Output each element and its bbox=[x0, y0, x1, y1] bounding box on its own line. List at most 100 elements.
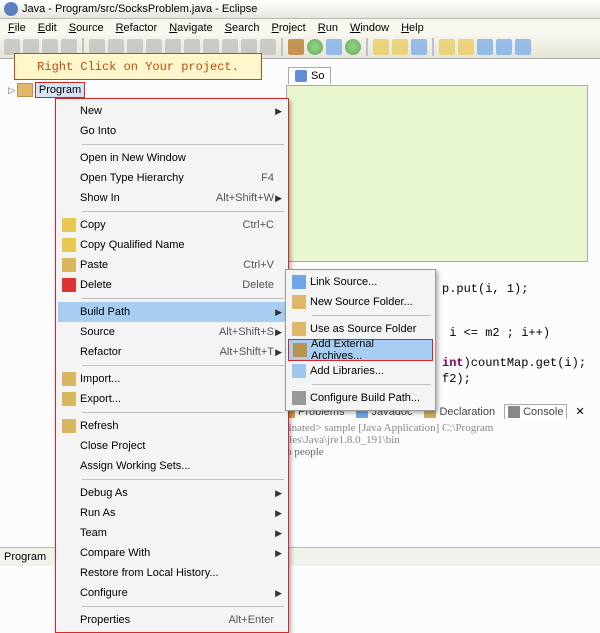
tool-icon[interactable] bbox=[458, 39, 474, 55]
build-path-submenu[interactable]: Link Source... New Source Folder... Use as… bbox=[285, 269, 436, 411]
menu-item-properties[interactable]: PropertiesAlt+Enter bbox=[58, 610, 286, 630]
menu-separator bbox=[82, 365, 284, 366]
menu-item-label: Delete bbox=[80, 279, 224, 291]
tool-icon[interactable] bbox=[373, 39, 389, 55]
menu-item-new-source-folder[interactable]: New Source Folder... bbox=[288, 292, 433, 312]
menu-item-refactor[interactable]: Refactor Alt+Shift+T▶ bbox=[58, 342, 286, 362]
menu-item-label: Show In bbox=[80, 192, 198, 204]
menu-separator bbox=[82, 211, 284, 212]
menu-item-export[interactable]: Export... bbox=[58, 389, 286, 409]
menu-item-open-in-new-window[interactable]: Open in New Window bbox=[58, 148, 286, 168]
close-tab-icon[interactable]: ✕ bbox=[575, 405, 584, 418]
menu-item-label: Properties bbox=[80, 614, 210, 626]
menu-item-add-libraries[interactable]: Add Libraries... bbox=[288, 361, 433, 381]
tool-icon[interactable] bbox=[392, 39, 408, 55]
menu-item-debug-as[interactable]: Debug As▶ bbox=[58, 483, 286, 503]
menu-item-refresh[interactable]: Refresh bbox=[58, 416, 286, 436]
menu-item-label: Open in New Window bbox=[80, 152, 274, 164]
menu-item-assign-working-sets[interactable]: Assign Working Sets... bbox=[58, 456, 286, 476]
menu-item-add-external-archives[interactable]: Add External Archives... bbox=[288, 339, 433, 361]
project-name-selected[interactable]: Program bbox=[35, 82, 85, 98]
menu-item-label: Restore from Local History... bbox=[80, 567, 274, 579]
submenu-arrow-icon: ▶ bbox=[275, 528, 282, 539]
menu-item-label: Link Source... bbox=[310, 276, 421, 288]
menu-item-import[interactable]: Import... bbox=[58, 369, 286, 389]
tool-icon[interactable] bbox=[477, 39, 493, 55]
menu-source[interactable]: Source bbox=[65, 21, 108, 35]
menu-item-delete[interactable]: DeleteDelete bbox=[58, 275, 286, 295]
tool-icon[interactable] bbox=[515, 39, 531, 55]
console-terminated-line: minated> sample [Java Application] C:\Pr… bbox=[280, 422, 493, 446]
menu-edit[interactable]: Edit bbox=[34, 21, 61, 35]
menu-item-label: Refresh bbox=[80, 420, 274, 432]
menu-item-restore-from-local-history[interactable]: Restore from Local History... bbox=[58, 563, 286, 583]
menu-accel: F4 bbox=[261, 172, 274, 184]
context-menu[interactable]: New▶Go IntoOpen in New WindowOpen Type H… bbox=[55, 98, 289, 633]
menu-separator bbox=[82, 412, 284, 413]
menu-item-open-type-hierarchy[interactable]: Open Type HierarchyF4 bbox=[58, 168, 286, 188]
submenu-arrow-icon: ▶ bbox=[275, 588, 282, 599]
menu-help[interactable]: Help bbox=[397, 21, 428, 35]
menu-accel: Alt+Shift+T bbox=[220, 346, 274, 358]
code-line: f2); bbox=[442, 372, 600, 386]
submenu-arrow-icon: ▶ bbox=[275, 548, 282, 559]
menu-item-source[interactable]: SourceAlt+Shift+S▶ bbox=[58, 322, 286, 342]
menu-item-new[interactable]: New▶ bbox=[58, 101, 286, 121]
menu-item-label: New Source Folder... bbox=[310, 296, 421, 308]
menu-window[interactable]: Window bbox=[346, 21, 393, 35]
menu-item-copy-qualified-name[interactable]: Copy Qualified Name bbox=[58, 235, 286, 255]
menu-item-use-as-source-folder[interactable]: Use as Source Folder bbox=[288, 319, 433, 339]
tool-icon[interactable] bbox=[496, 39, 512, 55]
debug-icon[interactable] bbox=[288, 39, 304, 55]
menu-item-run-as[interactable]: Run As▶ bbox=[58, 503, 286, 523]
menu-item-team[interactable]: Team▶ bbox=[58, 523, 286, 543]
menu-item-label: Configure Build Path... bbox=[310, 392, 421, 404]
tool-icon[interactable] bbox=[260, 39, 276, 55]
editor-highlighted-area[interactable] bbox=[286, 85, 588, 262]
menu-item-show-in[interactable]: Show InAlt+Shift+W▶ bbox=[58, 188, 286, 208]
project-tree-item[interactable]: ▷ Program bbox=[8, 82, 85, 98]
menu-item-close-project[interactable]: Close Project bbox=[58, 436, 286, 456]
tool-icon[interactable] bbox=[411, 39, 427, 55]
menu-item-paste[interactable]: PasteCtrl+V bbox=[58, 255, 286, 275]
menu-item-configure[interactable]: Configure▶ bbox=[58, 583, 286, 603]
java-file-icon bbox=[295, 70, 307, 82]
menu-item-label: Refactor bbox=[80, 346, 202, 358]
tab-console[interactable]: Console bbox=[504, 404, 567, 419]
tool-icon[interactable] bbox=[326, 39, 342, 55]
menu-item-label: Source bbox=[80, 326, 201, 338]
runlast-icon[interactable] bbox=[345, 39, 361, 55]
menu-separator bbox=[82, 606, 284, 607]
status-text: Program bbox=[4, 551, 46, 563]
submenu-arrow-icon: ▶ bbox=[275, 347, 282, 358]
menu-accel: Alt+Shift+S bbox=[219, 326, 274, 338]
menu-item-label: Add External Archives... bbox=[311, 338, 420, 362]
run-icon[interactable] bbox=[307, 39, 323, 55]
menu-project[interactable]: Project bbox=[268, 21, 310, 35]
menu-bar[interactable]: File Edit Source RefactorNavigate Search Proj… bbox=[0, 19, 600, 36]
menu-search[interactable]: Search bbox=[221, 21, 264, 35]
tool-icon[interactable] bbox=[439, 39, 455, 55]
code-line: i <= m2 ; i++) bbox=[442, 326, 600, 340]
tree-expand-icon[interactable]: ▷ bbox=[8, 85, 15, 96]
project-folder-icon bbox=[17, 83, 33, 97]
menu-run[interactable]: Run bbox=[314, 21, 342, 35]
menu-separator bbox=[312, 384, 431, 385]
menu-item-label: Close Project bbox=[80, 440, 274, 452]
menu-navigate[interactable]: Navigate bbox=[165, 21, 216, 35]
menu-item-configure-build-path[interactable]: Configure Build Path... bbox=[288, 388, 433, 408]
menu-item-label: Compare With bbox=[80, 547, 274, 559]
menu-item-link-source[interactable]: Link Source... bbox=[288, 272, 433, 292]
menu-refactor[interactable]: Refactor bbox=[112, 21, 162, 35]
menu-file[interactable]: File bbox=[4, 21, 30, 35]
submenu-arrow-icon: ▶ bbox=[275, 106, 282, 117]
menu-item-label: New bbox=[80, 105, 274, 117]
submenu-arrow-icon: ▶ bbox=[275, 193, 282, 204]
menu-item-label: Export... bbox=[80, 393, 274, 405]
menu-separator bbox=[82, 479, 284, 480]
menu-item-go-into[interactable]: Go Into bbox=[58, 121, 286, 141]
menu-item-build-path[interactable]: Build Path▶ bbox=[58, 302, 286, 322]
editor-tab[interactable]: So bbox=[288, 67, 331, 84]
menu-item-copy[interactable]: CopyCtrl+C bbox=[58, 215, 286, 235]
menu-item-compare-with[interactable]: Compare With▶ bbox=[58, 543, 286, 563]
